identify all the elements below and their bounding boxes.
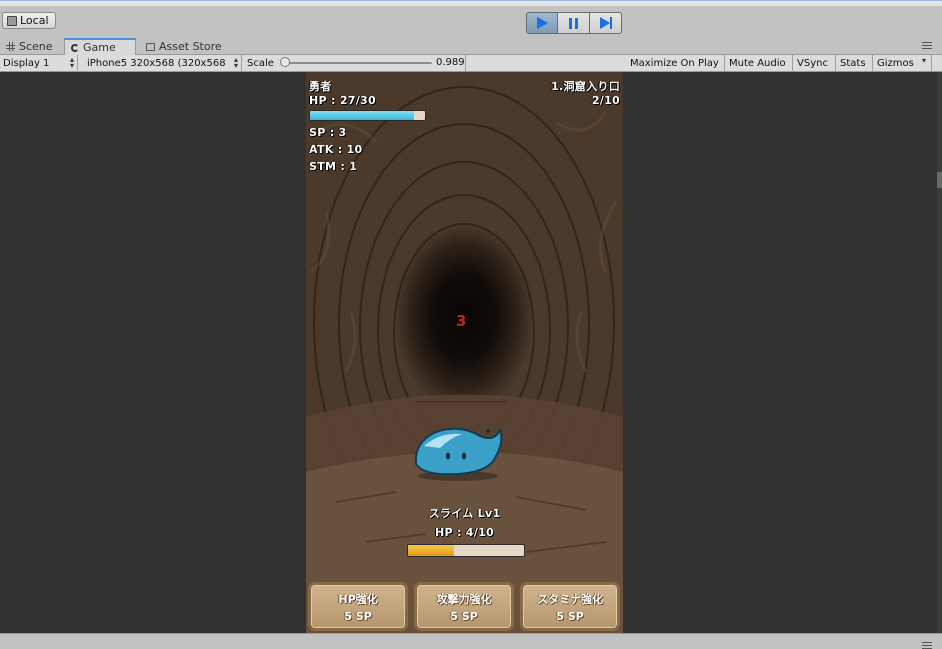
display-dropdown[interactable]: Display 1 ▴ ▾ <box>0 55 78 71</box>
gizmos-arrow-icon[interactable]: ▾ <box>922 56 926 65</box>
vsync-label: VSync <box>797 57 828 69</box>
enemy-hp-bar <box>407 544 525 557</box>
stage-name: 1.洞窟入り口 <box>551 80 620 93</box>
upgrade-hp-button[interactable]: HP強化 5 SP <box>308 582 408 631</box>
stats-label: Stats <box>840 57 866 69</box>
maximize-label: Maximize On Play <box>630 57 719 69</box>
tab-game-label: Game <box>83 41 116 54</box>
upgrade-stamina-title: スタミナ強化 <box>537 592 603 606</box>
tab-scene-label: Scene <box>19 40 53 53</box>
player-atk-text: ATK : 10 <box>309 143 363 156</box>
step-button[interactable] <box>590 12 622 34</box>
mute-label: Mute Audio <box>729 57 786 69</box>
game-screen[interactable]: 勇者 HP : 27/30 SP : 3 ATK : 10 STM : 1 1.… <box>306 72 623 633</box>
game-view-toolbar: Display 1 ▴ ▾ iPhone5 320x568 (320x568 ▴ ▾… <box>0 55 942 72</box>
maximize-on-play-toggle[interactable]: Maximize On Play <box>627 55 725 71</box>
scale-slider-track[interactable] <box>286 62 432 64</box>
view-tabs: Scene Game Asset Store <box>0 38 942 55</box>
player-hp-bar <box>309 110 426 121</box>
stats-toggle[interactable]: Stats <box>837 55 873 71</box>
stage-progress: 2/10 <box>591 94 620 107</box>
cube-icon <box>7 15 17 26</box>
upgrade-stamina-button[interactable]: スタミナ強化 5 SP <box>520 582 620 631</box>
local-label: Local <box>20 14 49 27</box>
aspect-dropdown[interactable]: iPhone5 320x568 (320x568 ▴ ▾ <box>84 55 242 71</box>
pause-button[interactable] <box>558 12 590 34</box>
upgrade-attack-button[interactable]: 攻撃力強化 5 SP <box>414 582 514 631</box>
upgrade-attack-title: 攻撃力強化 <box>436 592 492 606</box>
game-viewport: 勇者 HP : 27/30 SP : 3 ATK : 10 STM : 1 1.… <box>0 72 942 633</box>
bottom-panel-header <box>0 633 942 649</box>
pivot-local-button[interactable]: Local <box>2 12 56 29</box>
scale-slider-thumb[interactable] <box>280 57 290 67</box>
scale-value: 0.989 <box>436 57 465 68</box>
step-icon <box>599 17 612 29</box>
store-icon <box>146 42 155 51</box>
player-hp-text: HP : 27/30 <box>309 94 376 107</box>
tab-menu-icon[interactable] <box>922 42 932 49</box>
display-label: Display 1 <box>3 57 50 69</box>
player-stm-text: STM : 1 <box>309 160 358 173</box>
damage-number: 3 <box>456 312 467 330</box>
scale-label: Scale <box>247 57 274 69</box>
player-hp-fill <box>310 111 414 120</box>
gizmos-label: Gizmos <box>877 57 914 69</box>
updown-icon: ▴ ▾ <box>69 55 74 70</box>
playback-controls <box>526 12 622 34</box>
tab-game[interactable]: Game <box>64 38 136 55</box>
aspect-label: iPhone5 320x568 (320x568 <box>87 57 226 69</box>
updown-icon: ▴ ▾ <box>233 55 238 70</box>
editor-toolbar: Local <box>0 6 942 38</box>
pause-icon <box>569 17 578 29</box>
play-icon <box>536 17 548 29</box>
tab-asset-store-label: Asset Store <box>159 40 222 53</box>
upgrade-attack-cost: 5 SP <box>450 609 478 623</box>
game-icon <box>71 43 79 52</box>
enemy-hp-text: HP : 4/10 <box>434 526 494 539</box>
enemy-name: スライム Lv1 <box>428 507 501 520</box>
upgrade-hp-cost: 5 SP <box>344 609 372 623</box>
upgrade-hp-title: HP強化 <box>338 592 378 606</box>
scale-control: Scale 0.989 <box>244 55 466 71</box>
mute-audio-toggle[interactable]: Mute Audio <box>726 55 793 71</box>
tab-scene[interactable]: Scene <box>0 39 62 54</box>
upgrade-stamina-cost: 5 SP <box>556 609 584 623</box>
tab-asset-store[interactable]: Asset Store <box>140 39 240 54</box>
vsync-toggle[interactable]: VSync <box>794 55 836 71</box>
upgrade-buttons: HP強化 5 SP 攻撃力強化 5 SP スタミナ強化 5 SP <box>306 582 623 633</box>
player-name: 勇者 <box>309 80 332 93</box>
play-button[interactable] <box>526 12 558 34</box>
vertical-scrollbar[interactable] <box>937 72 942 633</box>
enemy-hp-fill <box>408 545 455 556</box>
slime-enemy-image[interactable] <box>410 422 506 482</box>
grid-icon <box>6 42 15 51</box>
player-sp-text: SP : 3 <box>309 126 347 139</box>
